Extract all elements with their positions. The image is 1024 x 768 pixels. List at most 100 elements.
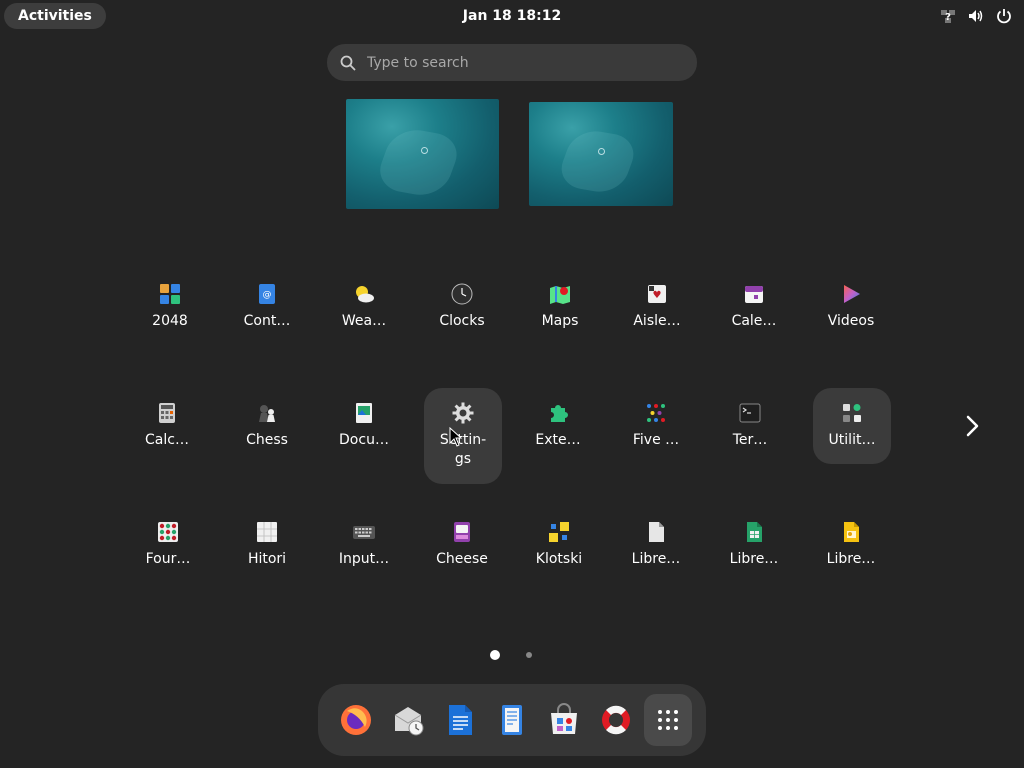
app-label: Four… bbox=[145, 551, 191, 567]
app-label: Videos bbox=[827, 313, 875, 329]
app-hitori[interactable]: Hitori bbox=[228, 509, 306, 569]
app-label: Five … bbox=[632, 432, 680, 448]
dock-show-apps[interactable] bbox=[644, 694, 692, 746]
workspace-thumbnail-2[interactable] bbox=[529, 102, 673, 206]
hitori-icon bbox=[257, 522, 277, 542]
keyboard-icon bbox=[353, 526, 375, 539]
app-calendar[interactable]: Cale… bbox=[715, 271, 793, 331]
dock-help[interactable] bbox=[592, 694, 640, 746]
app-five-or-more[interactable]: Five … bbox=[617, 390, 695, 450]
weather-icon bbox=[356, 286, 374, 303]
workspace-thumbnail-1[interactable] bbox=[346, 99, 499, 209]
search-bar[interactable] bbox=[327, 44, 697, 81]
dock-text-editor[interactable] bbox=[488, 694, 536, 746]
app-label: Maps bbox=[541, 313, 579, 329]
app-label: Cheese bbox=[436, 551, 488, 567]
volume-icon[interactable] bbox=[966, 6, 986, 26]
system-tray[interactable]: ? bbox=[938, 6, 1014, 26]
svg-text:♥: ♥ bbox=[653, 290, 662, 301]
2048-icon bbox=[160, 284, 180, 304]
app-contacts[interactable]: @ Cont… bbox=[228, 271, 306, 331]
libreoffice-calc-icon bbox=[747, 522, 762, 542]
app-maps[interactable]: Maps bbox=[521, 271, 599, 331]
page-indicator-1[interactable] bbox=[490, 650, 500, 660]
libreoffice-impress-icon bbox=[844, 522, 859, 542]
app-label: Cont… bbox=[243, 313, 291, 329]
app-libreoffice[interactable]: Libre… bbox=[617, 509, 695, 569]
app-label: Exte… bbox=[535, 432, 581, 448]
document-viewer-icon bbox=[356, 403, 372, 423]
app-label: Input… bbox=[338, 551, 390, 567]
contacts-icon: @ bbox=[259, 284, 275, 304]
clock-icon bbox=[451, 283, 473, 305]
app-settings[interactable]: Settin- gs bbox=[424, 388, 502, 484]
cards-icon: ♥ bbox=[648, 285, 666, 303]
gear-icon bbox=[452, 402, 474, 424]
mail-clock-icon bbox=[394, 707, 424, 736]
app-label: Cale… bbox=[731, 313, 777, 329]
app-aisleriot[interactable]: ♥ Aisle… bbox=[618, 271, 696, 331]
dock-firefox[interactable] bbox=[332, 694, 380, 746]
app-label: Aisle… bbox=[633, 313, 681, 329]
four-in-a-row-icon bbox=[158, 522, 178, 542]
app-libreoffice-calc[interactable]: Libre… bbox=[715, 509, 793, 569]
app-label: Calc… bbox=[145, 432, 189, 448]
help-lifebuoy-icon bbox=[602, 705, 630, 735]
firefox-icon bbox=[341, 705, 371, 735]
app-label: Libre… bbox=[729, 551, 779, 567]
app-label: 2048 bbox=[152, 313, 188, 329]
app-terminal[interactable]: Ter… bbox=[711, 390, 789, 450]
app-2048[interactable]: 2048 bbox=[131, 271, 209, 331]
dock-evolution[interactable] bbox=[384, 694, 432, 746]
terminal-icon bbox=[739, 403, 761, 423]
top-bar: Activities Jan 18 18:12 ? bbox=[0, 0, 1024, 32]
svg-text:@: @ bbox=[263, 290, 272, 300]
text-editor-icon bbox=[502, 705, 522, 735]
app-label: Hitori bbox=[247, 551, 287, 567]
calendar-icon bbox=[745, 286, 763, 303]
maps-icon bbox=[550, 286, 570, 304]
app-label: Utilit… bbox=[828, 432, 876, 448]
clock-label[interactable]: Jan 18 18:12 bbox=[463, 8, 561, 24]
chess-icon bbox=[259, 405, 275, 422]
app-label: Wea… bbox=[341, 313, 387, 329]
network-icon[interactable]: ? bbox=[938, 6, 958, 26]
dock-writer[interactable] bbox=[436, 694, 484, 746]
power-icon[interactable] bbox=[994, 6, 1014, 26]
app-label: Clocks bbox=[439, 313, 485, 329]
page-indicator-2[interactable] bbox=[526, 652, 532, 658]
app-label: Klotski bbox=[535, 551, 583, 567]
app-extensions[interactable]: Exte… bbox=[519, 390, 597, 450]
folder-icon bbox=[843, 404, 861, 422]
libreoffice-icon bbox=[649, 522, 664, 542]
app-input-method[interactable]: Input… bbox=[325, 509, 403, 569]
clock: Jan 18 18:12 bbox=[0, 0, 1024, 32]
app-label: Settin- gs bbox=[439, 432, 487, 467]
app-label: Chess bbox=[246, 432, 288, 448]
search-input[interactable] bbox=[365, 53, 669, 72]
videos-icon bbox=[844, 285, 860, 303]
app-label: Libre… bbox=[631, 551, 681, 567]
five-or-more-icon bbox=[647, 404, 665, 422]
app-label: Libre… bbox=[826, 551, 876, 567]
calculator-icon bbox=[159, 403, 175, 423]
app-videos[interactable]: Videos bbox=[812, 271, 890, 331]
app-libreoffice-impress[interactable]: Libre… bbox=[812, 509, 890, 569]
app-calculator[interactable]: Calc… bbox=[128, 390, 206, 450]
app-cheese[interactable]: Cheese bbox=[423, 509, 501, 569]
klotski-icon bbox=[549, 522, 569, 542]
app-utilities-folder[interactable]: Utilit… bbox=[813, 388, 891, 464]
app-clocks[interactable]: Clocks bbox=[423, 271, 501, 331]
app-four-in-a-row[interactable]: Four… bbox=[129, 509, 207, 569]
dock-software[interactable] bbox=[540, 694, 588, 746]
writer-icon bbox=[449, 705, 472, 735]
search-icon bbox=[340, 55, 356, 71]
next-page-button[interactable] bbox=[958, 410, 988, 442]
activities-button[interactable]: Activities bbox=[4, 3, 106, 29]
app-klotski[interactable]: Klotski bbox=[520, 509, 598, 569]
puzzle-icon bbox=[551, 405, 568, 422]
app-weather[interactable]: Wea… bbox=[325, 271, 403, 331]
app-document-viewer[interactable]: Docu… bbox=[325, 390, 403, 450]
app-chess[interactable]: Chess bbox=[228, 390, 306, 450]
chevron-right-icon bbox=[966, 415, 979, 437]
